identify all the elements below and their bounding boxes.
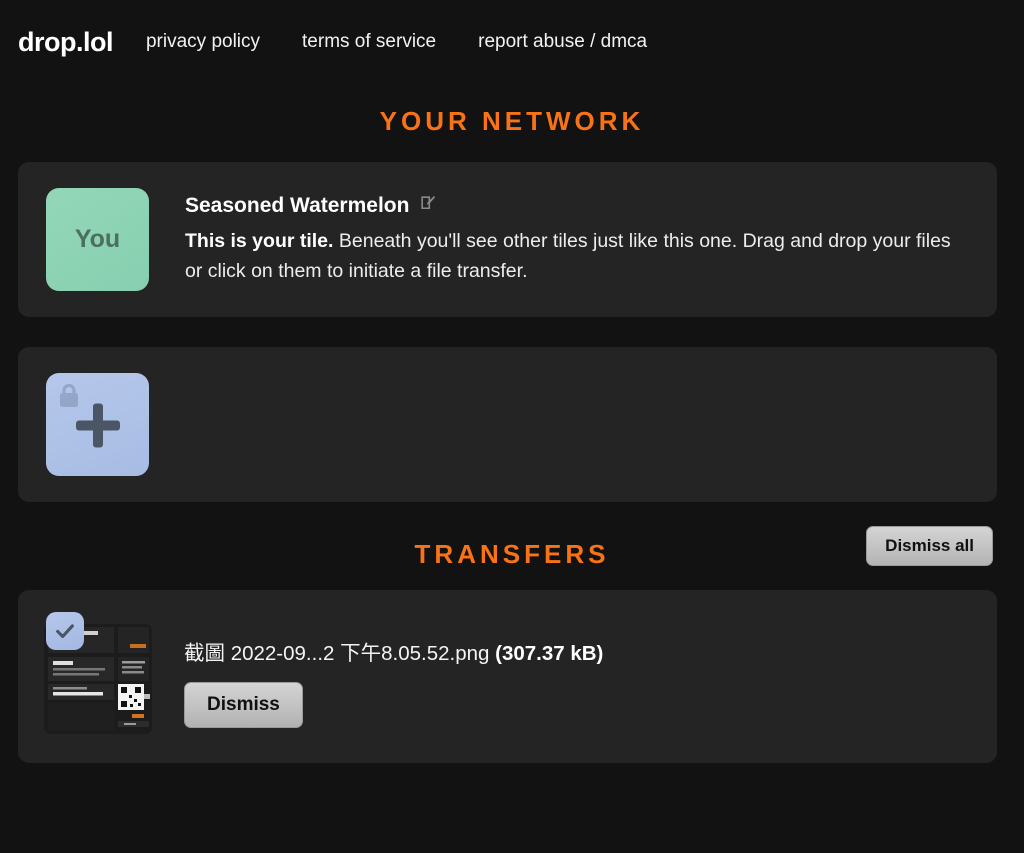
transfer-thumbnail-wrap: [44, 612, 154, 734]
self-display-name: Seasoned Watermelon: [185, 194, 410, 217]
self-tile-label: You: [74, 225, 121, 253]
self-description: This is your tile. Beneath you'll see ot…: [185, 227, 973, 286]
section-title-transfers: TRANSFERS: [414, 538, 610, 569]
self-info: Seasoned Watermelon This is your tile. B…: [185, 188, 973, 286]
your-network-heading: YOUR NETWORK: [0, 100, 1024, 142]
transfers-heading: TRANSFERS Dismiss all: [0, 526, 1024, 576]
brand-logo[interactable]: drop.lol: [18, 27, 113, 58]
self-description-bold: This is your tile.: [185, 230, 334, 252]
transfer-info: 截圖 2022-09...2 下午8.05.52.png (307.37 kB)…: [184, 612, 603, 728]
self-tile[interactable]: You: [46, 188, 149, 291]
dismiss-all-button[interactable]: Dismiss all: [866, 526, 993, 566]
add-peer-tile[interactable]: [46, 373, 149, 476]
transfer-row: 截圖 2022-09...2 下午8.05.52.png (307.37 kB)…: [44, 612, 973, 734]
transfer-filename: 截圖 2022-09...2 下午8.05.52.png: [184, 642, 490, 665]
main-nav: privacy policy terms of service report a…: [146, 31, 647, 53]
nav-link-privacy-policy[interactable]: privacy policy: [146, 31, 260, 53]
edit-square-icon[interactable]: [419, 194, 438, 218]
self-tile-panel: You Seasoned Watermelon This is your til…: [18, 162, 997, 317]
nav-link-terms-of-service[interactable]: terms of service: [302, 31, 436, 53]
plus-icon: [72, 399, 124, 456]
transfer-filesize: (307.37 kB): [495, 642, 604, 665]
site-header: drop.lol privacy policy terms of service…: [0, 0, 1024, 62]
transfers-panel: 截圖 2022-09...2 下午8.05.52.png (307.37 kB)…: [18, 590, 997, 763]
peers-panel: [18, 347, 997, 502]
nav-link-report-abuse[interactable]: report abuse / dmca: [478, 31, 647, 53]
section-title-your-network: YOUR NETWORK: [379, 105, 645, 136]
transfer-filename-row: 截圖 2022-09...2 下午8.05.52.png (307.37 kB): [184, 636, 603, 666]
self-name-row: Seasoned Watermelon: [185, 194, 973, 218]
transfer-checkbox[interactable]: [46, 612, 84, 650]
dismiss-button[interactable]: Dismiss: [184, 682, 303, 728]
